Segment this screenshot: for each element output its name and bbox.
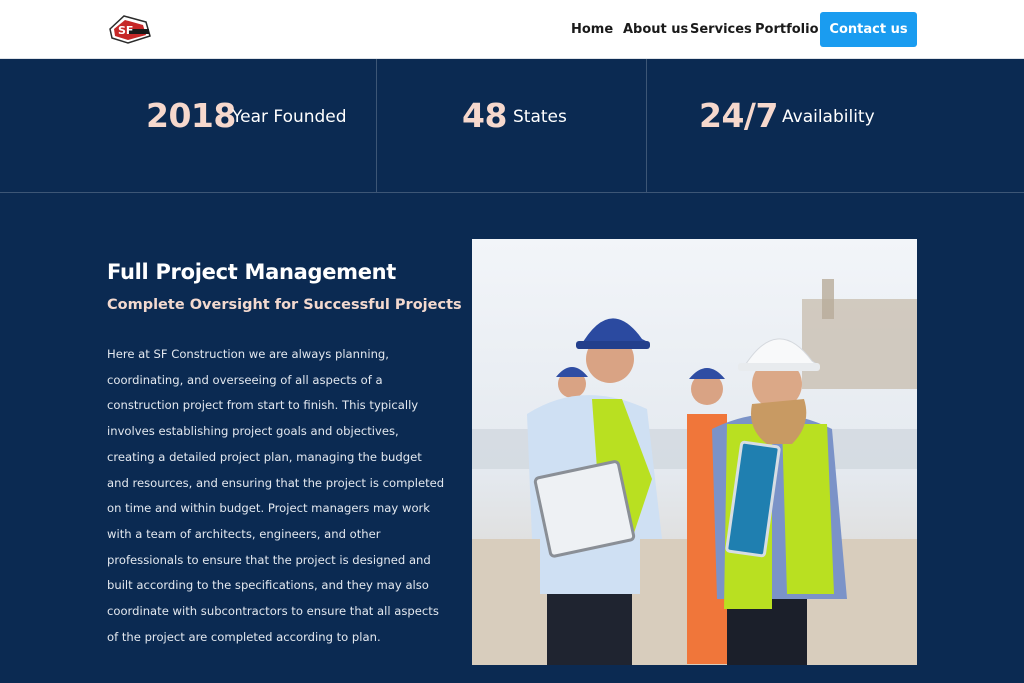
section-body-text: Here at SF Construction we are always pl… [107, 347, 445, 644]
svg-text:SF: SF [118, 24, 133, 37]
stats-band: 2018 Year Founded 48 States 24/7 Availab… [0, 59, 1024, 193]
nav-services[interactable]: Services [690, 22, 752, 37]
stat-year-founded-value: 2018 [146, 96, 236, 135]
section-subtitle: Complete Oversight for Successful Projec… [107, 297, 462, 313]
stat-availability-label: Availability [782, 107, 875, 127]
stat-states-label: States [513, 107, 567, 127]
stat-availability-value: 24/7 [699, 96, 778, 135]
stat-year-founded-label: Year Founded [232, 107, 347, 127]
logo-icon[interactable]: SF [106, 12, 152, 46]
section-title: Full Project Management [107, 260, 397, 284]
stat-states-value: 48 [462, 96, 507, 135]
nav-portfolio[interactable]: Portfolio [755, 22, 819, 37]
nav-about-us[interactable]: About us [623, 22, 688, 37]
stat-divider [376, 59, 377, 192]
nav-home[interactable]: Home [571, 22, 613, 37]
construction-team-photo [472, 239, 917, 665]
stat-divider [646, 59, 647, 192]
contact-us-button[interactable]: Contact us [820, 12, 917, 47]
site-header: SF Home About us Services Portfolio Cont… [0, 0, 1024, 59]
